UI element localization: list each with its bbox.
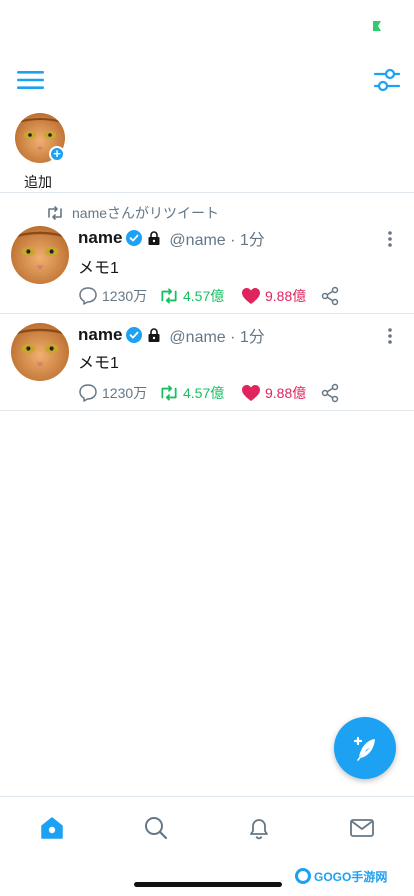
share-button[interactable] [320, 382, 344, 404]
handle-and-time: @name · 1分 [169, 232, 265, 249]
filter-sliders-icon[interactable] [372, 65, 402, 95]
heart-icon [242, 288, 260, 304]
tweet-header: name @name · 1分 [78, 324, 265, 346]
like-button[interactable]: 9.88億 [241, 382, 306, 404]
tweet-card[interactable]: nameさんがリツイート name @name · 1分 メモ1 1230万 4… [0, 203, 414, 313]
lock-icon [148, 231, 160, 245]
cat-avatar-image [11, 323, 69, 381]
reply-button[interactable]: 1230万 [78, 285, 147, 307]
watermark-text: GOGO手游网 [314, 869, 388, 884]
reply-icon [79, 287, 97, 305]
tweet-header: name @name · 1分 [78, 227, 265, 249]
share-icon [321, 286, 339, 306]
like-button[interactable]: 9.88億 [241, 285, 306, 307]
watermark-logo-icon [295, 868, 311, 884]
tweet-actions: 1230万 4.57億 9.88億 [78, 285, 358, 307]
bottom-navigation [0, 796, 414, 856]
avatar[interactable] [11, 323, 69, 381]
retweet-icon [161, 288, 177, 304]
retweet-count: 4.57億 [183, 288, 225, 304]
tweet-text: メモ1 [78, 355, 119, 372]
search-icon[interactable] [143, 815, 169, 841]
home-indicator[interactable] [134, 882, 282, 887]
handle-and-time: @name · 1分 [169, 329, 265, 346]
watermark: GOGO手游网 [295, 866, 387, 886]
top-bar [0, 60, 414, 100]
share-button[interactable] [320, 285, 344, 307]
display-name[interactable]: name [78, 228, 122, 248]
bell-icon[interactable] [246, 815, 272, 841]
status-indicator-icon [373, 21, 381, 31]
reply-button[interactable]: 1230万 [78, 382, 147, 404]
like-count: 9.88億 [265, 385, 307, 401]
retweeted-by-line: nameさんがリツイート [46, 203, 219, 223]
share-icon [321, 383, 339, 403]
reply-count: 1230万 [102, 288, 148, 304]
verified-badge-icon [126, 327, 143, 343]
lock-icon [148, 328, 160, 342]
reply-icon [79, 384, 97, 402]
add-story-label: 追加 [24, 174, 52, 190]
heart-icon [242, 385, 260, 401]
retweet-button[interactable]: 4.57億 [159, 382, 224, 404]
plus-icon: + [49, 146, 65, 162]
retweet-button[interactable]: 4.57億 [159, 285, 224, 307]
mail-icon[interactable] [349, 815, 375, 841]
more-options-icon[interactable] [384, 229, 396, 249]
like-count: 9.88億 [265, 288, 307, 304]
tweet-text: メモ1 [78, 260, 119, 277]
add-story-button[interactable]: + 追加 [12, 110, 68, 190]
display-name[interactable]: name [78, 325, 122, 345]
retweet-count: 4.57億 [183, 385, 225, 401]
hamburger-menu-icon[interactable] [16, 67, 46, 93]
divider [0, 410, 414, 411]
status-bar [0, 0, 414, 50]
compose-feather-icon [353, 736, 375, 761]
tweet-card[interactable]: name @name · 1分 メモ1 1230万 4.57億 9.88億 [0, 314, 414, 410]
retweeted-by-text: nameさんがリツイート [72, 205, 220, 221]
retweet-icon [161, 385, 177, 401]
compose-button[interactable] [334, 717, 396, 779]
avatar[interactable] [11, 226, 69, 284]
verified-badge-icon [126, 230, 143, 246]
more-options-icon[interactable] [384, 326, 396, 346]
tweet-actions: 1230万 4.57億 9.88億 [78, 382, 358, 404]
cat-avatar-image [11, 226, 69, 284]
reply-count: 1230万 [102, 385, 148, 401]
home-icon[interactable] [39, 815, 65, 841]
divider [0, 192, 414, 193]
retweet-icon [48, 206, 62, 220]
